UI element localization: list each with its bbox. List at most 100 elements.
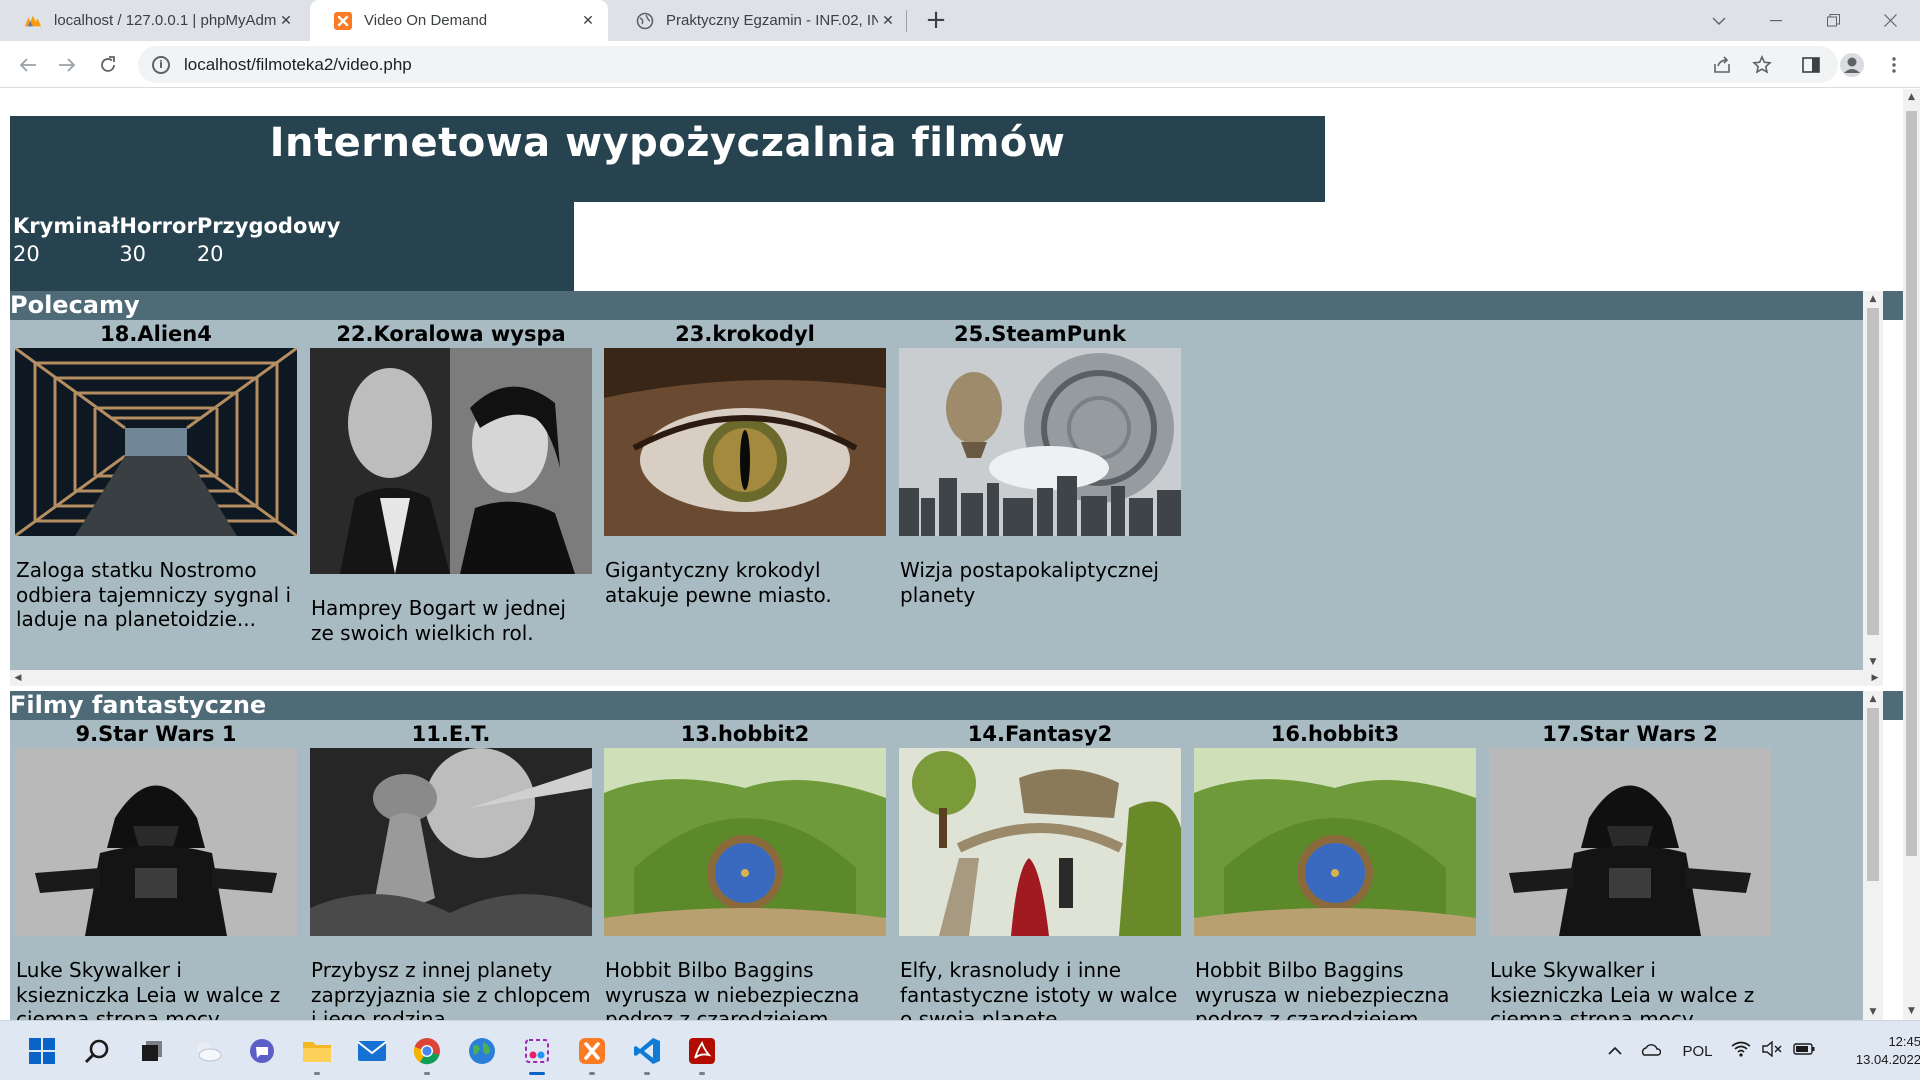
reload-icon[interactable]: [92, 49, 124, 81]
film-title: 25.SteamPunk: [954, 322, 1126, 346]
film-card[interactable]: 13.hobbit2 Hobbit Bilbo Baggins wyrusza …: [604, 720, 886, 1020]
back-arrow-icon[interactable]: [12, 49, 44, 81]
share-icon[interactable]: [1706, 49, 1738, 81]
film-description: Luke Skywalker i ksiezniczka Leia w walc…: [1490, 958, 1755, 1020]
film-poster-image: [15, 348, 297, 536]
chrome-icon[interactable]: [407, 1031, 447, 1075]
film-title: 16.hobbit3: [1270, 722, 1400, 746]
site-info-icon[interactable]: i: [152, 55, 170, 74]
file-explorer-icon[interactable]: [297, 1031, 337, 1075]
scroll-left-arrow-icon[interactable]: ◀: [10, 670, 26, 686]
phpmyadmin-icon: [24, 12, 42, 30]
tab-title: Praktyczny Egzamin - INF.02, INF: [666, 12, 878, 29]
language-indicator[interactable]: POL: [1670, 1043, 1725, 1060]
film-card[interactable]: 16.hobbit3 Hobbit Bilbo Baggins wyrusza …: [1194, 720, 1476, 1020]
film-title: 9.Star Wars 1: [75, 722, 237, 746]
tab-phpmyadmin[interactable]: localhost / 127.0.0.1 | phpMyAdm ✕: [0, 0, 306, 41]
system-tray: POL 12:45 13.04.2022: [1600, 1021, 1920, 1081]
clock[interactable]: 12:45 13.04.2022: [1821, 1033, 1920, 1069]
scroll-up-arrow-icon[interactable]: ▲: [1863, 691, 1883, 707]
film-card[interactable]: 9.Star Wars 1 Luke Skywalker i ksieznicz…: [15, 720, 297, 1020]
film-card[interactable]: 22.Koralowa wyspa Hamprey Bogart w jedne…: [310, 320, 592, 645]
film-poster-image: [899, 748, 1181, 936]
tab-video-on-demand[interactable]: Video On Demand ✕: [310, 0, 608, 41]
film-title: 22.Koralowa wyspa: [336, 322, 566, 346]
page-scrollbar-thumb[interactable]: [1906, 111, 1917, 856]
weather-icon[interactable]: [187, 1031, 227, 1071]
bookmark-star-icon[interactable]: [1746, 49, 1778, 81]
film-description: Hamprey Bogart w jednej ze swoich wielki…: [311, 596, 566, 645]
snipping-tool-icon[interactable]: [517, 1031, 557, 1075]
volume-muted-icon[interactable]: [1757, 1040, 1787, 1062]
mail-icon[interactable]: [352, 1031, 392, 1071]
film-title: 23.krokodyl: [675, 322, 815, 346]
film-title: 17.Star Wars 2: [1542, 722, 1718, 746]
windows-start-icon[interactable]: [22, 1031, 62, 1071]
film-poster-image: [1489, 748, 1771, 936]
tab-praktyczny-egzamin[interactable]: Praktyczny Egzamin - INF.02, INF ✕: [612, 0, 908, 41]
film-card[interactable]: 23.krokodyl Gigantyczny krokodyl atakuje…: [604, 320, 886, 607]
teams-chat-icon[interactable]: [242, 1031, 282, 1071]
section-title-polecamy: Polecamy: [10, 291, 1903, 320]
close-tab-icon[interactable]: ✕: [276, 12, 296, 29]
page-scroll-down-arrow-icon[interactable]: ▼: [1903, 1003, 1920, 1020]
task-view-icon[interactable]: [132, 1031, 172, 1071]
section-filmy-fantastyczne[interactable]: 9.Star Wars 1 Luke Skywalker i ksieznicz…: [10, 720, 1883, 1020]
film-description: Wizja postapokaliptycznej planety: [900, 558, 1159, 607]
running-indicator: [644, 1072, 650, 1075]
vscode-icon[interactable]: [627, 1031, 667, 1075]
side-panel-icon[interactable]: [1795, 49, 1827, 81]
film-description: Elfy, krasnoludy i inne fantastyczne ist…: [900, 958, 1178, 1020]
section-vertical-scrollbar[interactable]: ▲ ▼: [1863, 691, 1883, 1020]
close-tab-icon[interactable]: ✕: [578, 12, 598, 29]
section-horizontal-scrollbar[interactable]: ◀ ▶: [10, 670, 1883, 686]
acrobat-icon[interactable]: [682, 1031, 722, 1075]
forward-arrow-icon[interactable]: [51, 49, 83, 81]
running-indicator: [424, 1072, 430, 1075]
battery-icon[interactable]: [1787, 1042, 1821, 1060]
search-icon[interactable]: [77, 1031, 117, 1071]
profile-avatar-icon[interactable]: [1836, 49, 1868, 81]
close-tab-icon[interactable]: ✕: [878, 12, 898, 29]
scroll-down-arrow-icon[interactable]: ▼: [1863, 1004, 1883, 1020]
page-viewport: Internetowa wypożyczalnia filmów Krymina…: [0, 89, 1903, 1020]
tab-search-chevron-icon[interactable]: [1692, 0, 1746, 41]
section-vertical-scrollbar[interactable]: ▲ ▼: [1863, 291, 1883, 670]
new-tab-button[interactable]: +: [920, 4, 952, 36]
scroll-down-arrow-icon[interactable]: ▼: [1863, 654, 1883, 670]
browser-menu-icon[interactable]: [1878, 49, 1910, 81]
scrollbar-thumb[interactable]: [1867, 308, 1879, 635]
film-card[interactable]: 14.Fantasy2 Elfy, krasnoludy i inne fant…: [899, 720, 1181, 1020]
xampp-icon[interactable]: [572, 1031, 612, 1075]
address-bar[interactable]: i localhost/filmoteka2/video.php: [138, 46, 1838, 83]
film-title: 11.E.T.: [411, 722, 491, 746]
minimize-icon[interactable]: [1749, 0, 1803, 41]
running-indicator: [699, 1072, 705, 1075]
chevron-up-icon[interactable]: [1600, 1042, 1630, 1060]
film-poster-image: [310, 348, 592, 574]
section-title-filmy-fantastyczne: Filmy fantastyczne: [10, 691, 1903, 720]
scroll-right-arrow-icon[interactable]: ▶: [1867, 670, 1883, 686]
onedrive-cloud-icon[interactable]: [1630, 1042, 1670, 1061]
close-window-icon[interactable]: [1863, 0, 1917, 41]
wifi-icon[interactable]: [1725, 1041, 1757, 1062]
page-vertical-scrollbar[interactable]: ▲ ▼: [1903, 89, 1920, 1020]
url-text[interactable]: localhost/filmoteka2/video.php: [184, 55, 412, 75]
windows-taskbar: POL 12:45 13.04.2022: [0, 1020, 1920, 1080]
page-scroll-up-arrow-icon[interactable]: ▲: [1903, 89, 1920, 106]
film-card[interactable]: 11.E.T. Przybysz z innej planety zaprzyj…: [310, 720, 592, 1020]
restore-icon[interactable]: [1806, 0, 1860, 41]
section-polecamy[interactable]: 18.Alien4 Zaloga statku Nostromo odbiera…: [10, 320, 1883, 670]
category-stats-table: Kryminał Horror Przygodowy 20 30 20: [13, 212, 340, 268]
clock-date: 13.04.2022: [1855, 1052, 1920, 1067]
globe-browser-icon[interactable]: [462, 1031, 502, 1071]
film-poster-image: [604, 748, 886, 936]
scroll-up-arrow-icon[interactable]: ▲: [1863, 291, 1883, 307]
film-description: Hobbit Bilbo Baggins wyrusza w niebezpie…: [605, 958, 860, 1020]
film-poster-image: [310, 748, 592, 936]
page-header-banner: Internetowa wypożyczalnia filmów: [10, 116, 1325, 202]
scrollbar-thumb[interactable]: [1867, 708, 1879, 881]
film-card[interactable]: 17.Star Wars 2 Luke Skywalker i ksieznic…: [1489, 720, 1771, 1020]
film-card[interactable]: 18.Alien4 Zaloga statku Nostromo odbiera…: [15, 320, 297, 632]
film-card[interactable]: 25.SteamPunk Wizja postapokaliptycznej p…: [899, 320, 1181, 607]
